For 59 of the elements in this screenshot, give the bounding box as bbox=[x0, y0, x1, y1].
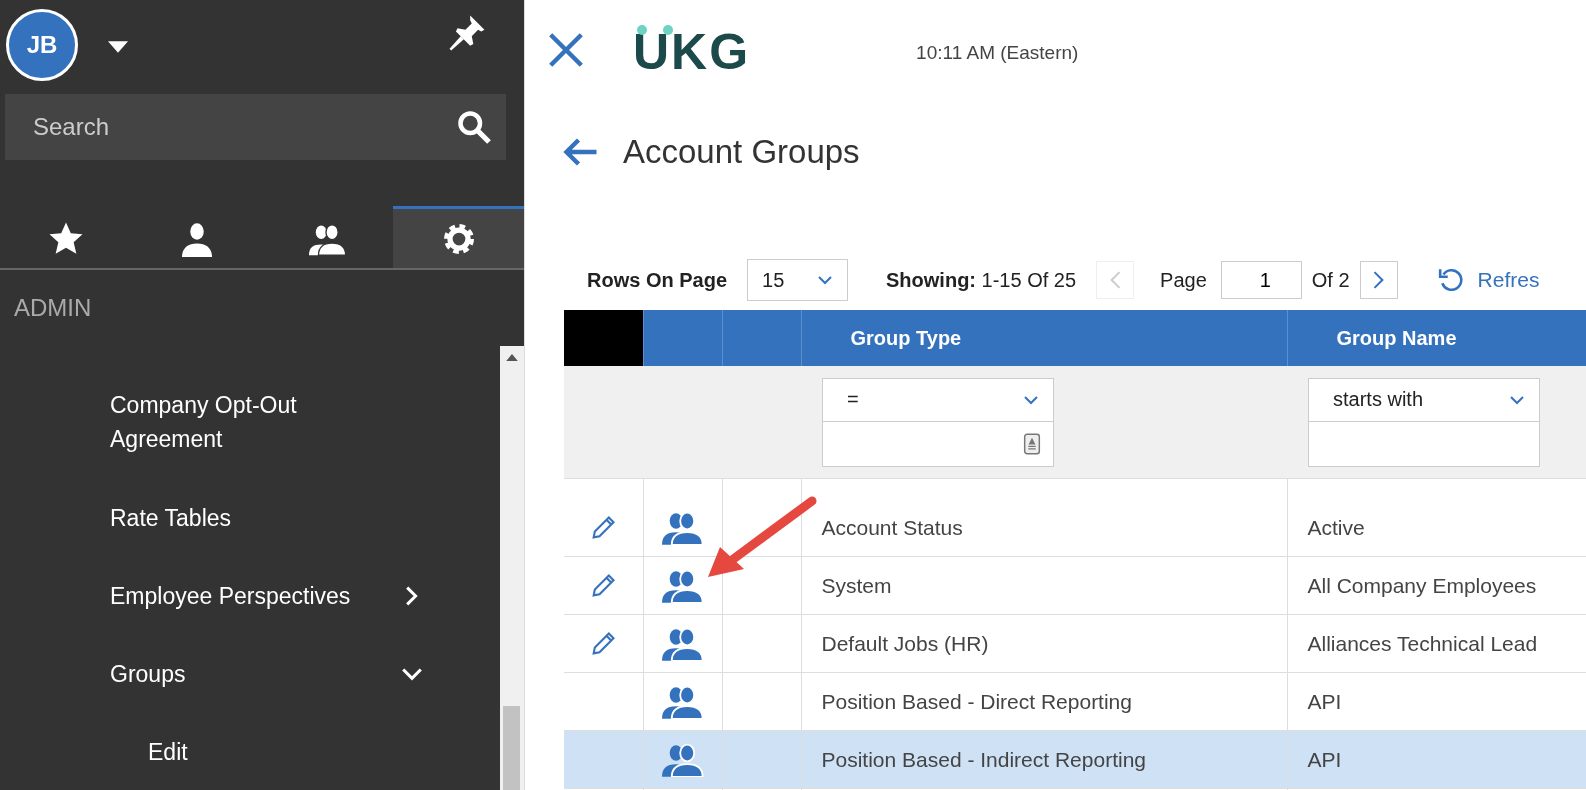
table-cell: Position Based - Direct Reporting bbox=[801, 672, 1287, 731]
rows-dropdown[interactable]: 15 bbox=[747, 259, 849, 301]
table-cell: All Company Employees bbox=[1287, 556, 1586, 615]
search-icon[interactable] bbox=[456, 109, 492, 145]
menu-item[interactable]: Employee Perspectives bbox=[0, 557, 500, 635]
refresh-link[interactable]: Refres bbox=[1437, 267, 1540, 293]
page-field[interactable]: 1 bbox=[1220, 261, 1302, 299]
chevron-left-icon bbox=[1109, 271, 1122, 289]
chevron-down-icon bbox=[1509, 394, 1525, 405]
rows-label: Rows On Page bbox=[587, 268, 728, 292]
page-title: Account Groups bbox=[623, 133, 860, 171]
chevron-down-icon bbox=[817, 275, 834, 285]
page-label: Page bbox=[1160, 268, 1207, 292]
scroll-up-icon[interactable] bbox=[506, 354, 518, 361]
people-icon[interactable] bbox=[661, 511, 704, 545]
pin-icon[interactable] bbox=[448, 14, 486, 52]
table-row[interactable]: Account Status Active bbox=[564, 478, 1586, 557]
menu-item[interactable]: Rate Tables bbox=[0, 479, 500, 557]
table-row[interactable]: Default Jobs (HR) Alliances Technical Lead bbox=[564, 614, 1586, 673]
ukg-logo: UKG bbox=[633, 23, 751, 81]
table-cell: Default Jobs (HR) bbox=[801, 614, 1287, 673]
table-cell: Active bbox=[1287, 478, 1586, 557]
user-avatar[interactable]: JB bbox=[6, 9, 78, 81]
people-icon[interactable] bbox=[661, 626, 704, 661]
people-icon[interactable] bbox=[661, 742, 704, 777]
page-total: Of 2 bbox=[1311, 268, 1350, 292]
search-field[interactable]: Search bbox=[5, 94, 506, 160]
menu-item[interactable]: Edit bbox=[0, 713, 500, 790]
column-header[interactable]: Group Name bbox=[1287, 310, 1586, 366]
caret-icon[interactable] bbox=[108, 41, 128, 53]
next-page-button[interactable] bbox=[1359, 261, 1398, 299]
scrollbar-thumb[interactable] bbox=[503, 706, 520, 790]
section-heading: ADMIN bbox=[13, 293, 93, 323]
pencil-icon[interactable] bbox=[589, 629, 618, 658]
close-icon[interactable] bbox=[549, 33, 583, 67]
showing-text: Showing: 1-15 Of 25 bbox=[886, 268, 1077, 292]
table-cell: Alliances Technical Lead bbox=[1287, 614, 1586, 673]
menu-item[interactable]: Company Opt-Out Agreement bbox=[0, 374, 500, 479]
chevron-down-icon bbox=[1023, 394, 1039, 405]
table-cell: Account Status bbox=[801, 478, 1287, 557]
column-header[interactable]: Group Type bbox=[801, 310, 1287, 366]
time-text: 10:11 AM (Eastern) bbox=[916, 42, 1079, 64]
nav-tab[interactable] bbox=[393, 206, 524, 268]
menu-item[interactable]: Groups bbox=[0, 635, 500, 713]
table-row[interactable]: Position Based - Indirect Reporting API bbox=[564, 730, 1586, 789]
table-cell: System bbox=[801, 556, 1287, 615]
back-arrow-icon[interactable] bbox=[561, 137, 599, 167]
scrollbar[interactable] bbox=[500, 346, 524, 790]
table-cell: API bbox=[1287, 672, 1586, 731]
pencil-icon[interactable] bbox=[589, 571, 618, 600]
people-icon[interactable] bbox=[661, 568, 704, 603]
chevron-right-icon bbox=[1372, 271, 1385, 289]
refresh-icon bbox=[1437, 267, 1464, 293]
people-icon[interactable] bbox=[661, 684, 704, 719]
table-row[interactable]: Position Based - Direct Reporting API bbox=[564, 672, 1586, 731]
lookup-icon[interactable] bbox=[1023, 432, 1041, 455]
pencil-icon[interactable] bbox=[589, 514, 618, 542]
table-cell: Position Based - Indirect Reporting bbox=[801, 730, 1287, 789]
table-cell: API bbox=[1287, 730, 1586, 789]
